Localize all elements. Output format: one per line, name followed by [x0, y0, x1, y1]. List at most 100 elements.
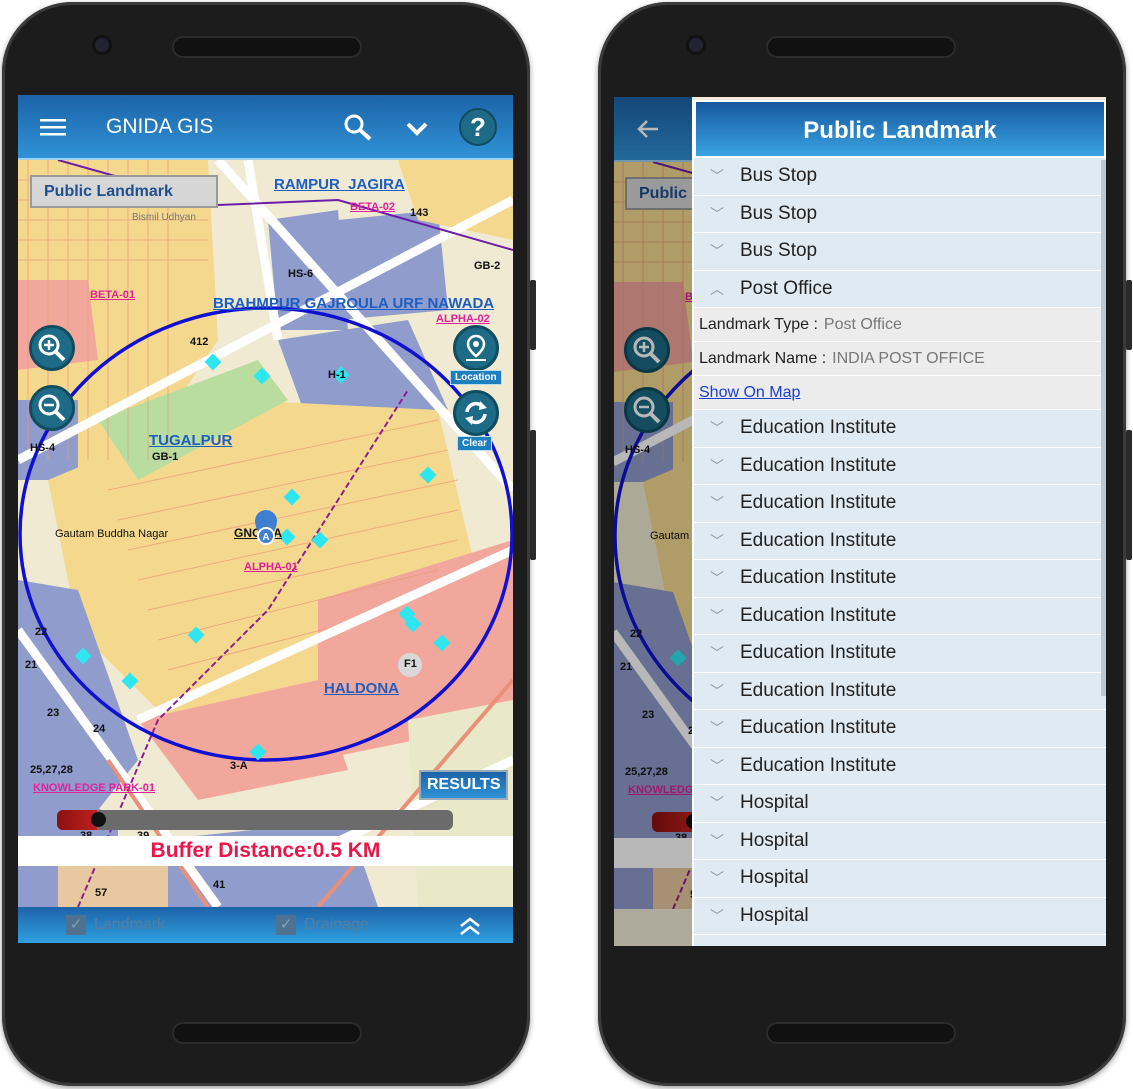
list-item-label: Bus Stop — [740, 202, 818, 224]
zoom-in-icon — [38, 334, 66, 362]
zoom-out-button[interactable] — [29, 385, 75, 431]
locality-label: RAMPUR_JAGIRA — [274, 176, 405, 193]
app-bar: GNIDA GIS ? — [18, 95, 513, 160]
checkbox-icon[interactable]: ✓ — [66, 915, 86, 935]
sector-label: KNOWLEDGE PARK-01 — [33, 782, 156, 794]
list-item-label: Education Institute — [740, 679, 897, 701]
volume-button — [530, 430, 536, 560]
bottom-speaker — [172, 1022, 362, 1044]
plot-label: 41 — [213, 879, 226, 891]
list-item[interactable]: ﹀ Education Institute — [694, 598, 1106, 635]
locality-label: HALDONA — [324, 680, 399, 697]
detail-row: Show On Map — [694, 376, 1106, 410]
list-item[interactable]: ﹀ Bus Stop — [694, 196, 1106, 233]
locality-label: TUGALPUR — [149, 432, 233, 449]
chevron-down-icon[interactable] — [402, 115, 432, 143]
list-item[interactable]: ﹀ Bus Stop — [694, 233, 1106, 271]
bottom-layer-bar: ✓ Landmark ✓ Drainage — [18, 907, 513, 943]
volume-button — [1126, 430, 1132, 560]
list-item[interactable]: ﹀ Education Institute — [694, 560, 1106, 598]
detail-label: Landmark Type : — [699, 315, 818, 333]
help-icon[interactable]: ? — [459, 108, 497, 146]
plot-label: 57 — [95, 887, 108, 899]
chevron-down-icon: ﹀ — [710, 795, 724, 812]
list-item-label: Education Institute — [740, 529, 897, 551]
plot-label: H-1 — [328, 369, 346, 381]
chevron-down-icon: ﹀ — [710, 168, 724, 185]
location-button[interactable] — [453, 325, 499, 371]
list-item[interactable]: ﹀ Hospital — [694, 860, 1106, 898]
chevron-down-icon: ﹀ — [710, 832, 724, 849]
clear-button[interactable] — [453, 390, 499, 436]
list-item[interactable]: ﹀ Education Institute — [694, 710, 1106, 748]
front-camera — [689, 38, 703, 52]
list-item[interactable]: ﹀ Education Institute — [694, 748, 1106, 785]
scrollbar[interactable] — [1101, 160, 1106, 696]
zoom-out-icon — [38, 394, 66, 422]
chevron-down-icon: ﹀ — [710, 907, 724, 924]
place-label: Gautam Buddha Nagar — [55, 528, 169, 540]
list-item[interactable]: ﹀ Hospital — [694, 898, 1106, 935]
menu-icon[interactable] — [38, 115, 68, 139]
list-item[interactable]: ︿ Post Office — [694, 271, 1106, 308]
chevron-down-icon: ﹀ — [710, 243, 724, 260]
list-item-label: Education Institute — [740, 717, 897, 739]
list-item[interactable]: ﹀ Education Institute — [694, 523, 1106, 560]
plot-label: 412 — [190, 336, 209, 348]
detail-value: INDIA POST OFFICE — [832, 349, 985, 367]
list-item-label: Education Institute — [740, 567, 897, 589]
detail-row: Landmark Name : INDIA POST OFFICE — [694, 342, 1106, 376]
plot-label: 3-A — [230, 760, 248, 772]
list-item[interactable]: ﹀ Education Institute — [694, 448, 1106, 485]
show-on-map-link[interactable]: Show On Map — [699, 384, 800, 402]
checkbox-icon[interactable]: ✓ — [276, 915, 296, 935]
results-button[interactable]: RESULTS — [419, 770, 509, 800]
buffer-distance-text: Buffer Distance:0.5 KM — [18, 836, 513, 866]
plot-label: HS-6 — [288, 268, 314, 280]
location-pin-icon — [466, 334, 486, 361]
plot-label: 22 — [35, 626, 48, 638]
dim-overlay — [614, 97, 692, 946]
chevron-up-icon: ︿ — [710, 280, 724, 297]
earpiece-speaker — [766, 36, 956, 58]
double-chevron-up-icon[interactable] — [458, 915, 482, 937]
power-button — [1126, 280, 1132, 350]
sector-label: ALPHA-02 — [436, 313, 490, 325]
list-item-label: Hospital — [740, 829, 809, 851]
current-location-marker: A — [255, 510, 277, 546]
slider-thumb[interactable] — [90, 812, 106, 827]
plot-label: 143 — [410, 207, 429, 219]
list-item[interactable]: ﹀ Bus Stop — [694, 158, 1106, 196]
layer-label[interactable]: Public Landmark — [30, 175, 218, 208]
list-item-label: Education Institute — [740, 754, 897, 776]
chevron-down-icon: ﹀ — [710, 570, 724, 587]
chevron-down-icon: ﹀ — [710, 682, 724, 699]
list-item[interactable]: ﹀ Hospital — [694, 823, 1106, 860]
map-view[interactable]: Public Landmark RAMPUR_JAGIRA BRAHMPUR G… — [18, 160, 513, 907]
search-icon[interactable] — [342, 112, 374, 144]
chevron-down-icon: ﹀ — [710, 720, 724, 737]
map-screen: GNIDA GIS ? Public Landmark RAMPUR_JAGIR… — [18, 95, 513, 943]
list-item[interactable]: ﹀ Education Institute — [694, 635, 1106, 673]
detail-row: Landmark Type : Post Office — [694, 308, 1106, 342]
list-item[interactable]: ﹀ Education Institute — [694, 410, 1106, 448]
power-button — [530, 280, 536, 350]
location-caption: Location — [450, 370, 502, 385]
list-item[interactable]: ﹀ Education Institute — [694, 485, 1106, 523]
chevron-down-icon: ﹀ — [710, 607, 724, 624]
chevron-down-icon: ﹀ — [710, 645, 724, 662]
drainage-layer-toggle[interactable]: ✓ Drainage — [276, 915, 369, 935]
list-item[interactable]: ﹀ Hospital — [694, 785, 1106, 823]
zoom-in-button[interactable] — [29, 325, 75, 371]
chevron-down-icon: ﹀ — [710, 205, 724, 222]
app-title: GNIDA GIS — [106, 115, 214, 138]
panel-title: Public Landmark — [694, 100, 1106, 158]
list-item-label: Post Office — [740, 277, 833, 299]
refresh-icon — [465, 401, 487, 425]
buffer-distance-slider[interactable] — [57, 810, 453, 830]
plot-label: 23 — [47, 707, 60, 719]
list-item[interactable]: ﹀ Education Institute — [694, 673, 1106, 710]
landmark-layer-toggle[interactable]: ✓ Landmark — [66, 915, 165, 935]
locality-label: BRAHMPUR GAJROULA URF NAWADA — [213, 295, 495, 312]
chevron-down-icon: ﹀ — [710, 495, 724, 512]
